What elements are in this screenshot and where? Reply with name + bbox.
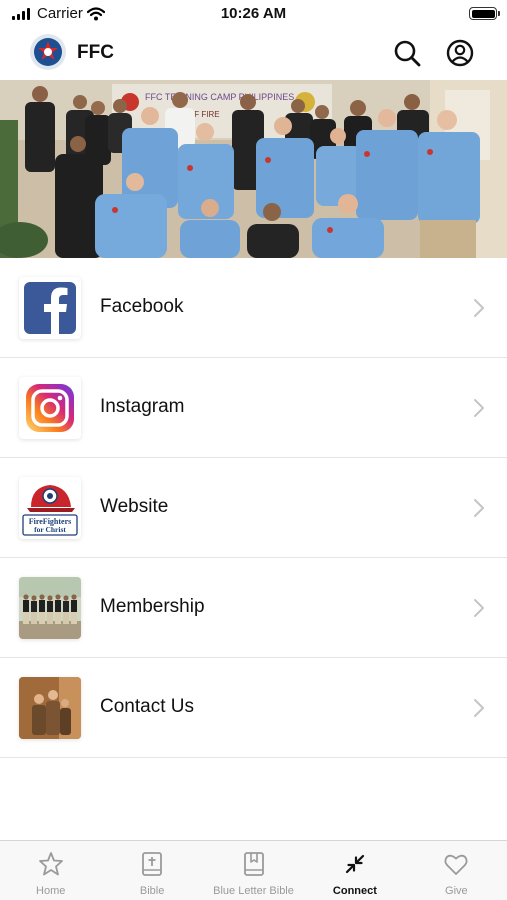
chevron-right-icon bbox=[474, 399, 484, 417]
bible-icon bbox=[142, 852, 163, 876]
menu-item-membership[interactable]: Membership bbox=[0, 558, 507, 658]
hero-group-photo: FFC TRAINING CAMP PHILIPPINES OF FIRE bbox=[0, 80, 507, 258]
search-icon[interactable] bbox=[392, 38, 422, 68]
star-icon bbox=[38, 852, 63, 876]
tab-label: Blue Letter Bible bbox=[213, 885, 294, 897]
tab-connect[interactable]: Connect bbox=[304, 841, 405, 900]
app-title: FFC bbox=[77, 42, 114, 63]
tab-label: Bible bbox=[139, 885, 165, 897]
menu-item-label: Facebook bbox=[100, 296, 184, 317]
connect-menu-list: Facebook Instagram FireFighters for Chri… bbox=[0, 258, 507, 758]
bottom-tab-bar: Home Bible Blue Letter Bible Connect Giv… bbox=[0, 840, 507, 900]
firefighters-for-christ-logo-icon: FireFighters for Christ bbox=[19, 477, 81, 539]
menu-item-label: Membership bbox=[100, 596, 205, 617]
facebook-logo-icon bbox=[19, 277, 81, 339]
battery-icon bbox=[469, 7, 500, 20]
heart-icon bbox=[444, 854, 468, 875]
app-header: FFC bbox=[0, 28, 507, 80]
membership-photo bbox=[19, 577, 81, 639]
status-bar: Carrier 10:26 AM bbox=[0, 0, 507, 28]
chevron-right-icon bbox=[474, 499, 484, 517]
tab-label: Home bbox=[36, 885, 66, 897]
chevron-right-icon bbox=[474, 699, 484, 717]
menu-item-instagram[interactable]: Instagram bbox=[0, 358, 507, 458]
menu-item-website[interactable]: FireFighters for Christ Website bbox=[0, 458, 507, 558]
bookmark-book-icon bbox=[243, 852, 264, 876]
status-time: 10:26 AM bbox=[220, 5, 287, 22]
tab-give[interactable]: Give bbox=[406, 841, 507, 900]
banner-text: FFC TRAINING CAMP PHILIPPINES bbox=[145, 92, 294, 102]
chevron-right-icon bbox=[474, 599, 484, 617]
tab-bible[interactable]: Bible bbox=[101, 841, 202, 900]
contact-us-photo bbox=[19, 677, 81, 739]
menu-item-contact-us[interactable]: Contact Us bbox=[0, 658, 507, 758]
tab-home[interactable]: Home bbox=[0, 841, 101, 900]
account-icon[interactable] bbox=[445, 38, 475, 68]
chevron-right-icon bbox=[474, 299, 484, 317]
tab-label: Connect bbox=[332, 885, 377, 897]
ffc-logo bbox=[30, 34, 66, 70]
logo-text-2: for Christ bbox=[34, 525, 66, 534]
tab-blue-letter-bible[interactable]: Blue Letter Bible bbox=[203, 841, 304, 900]
menu-item-label: Contact Us bbox=[100, 696, 194, 717]
menu-item-label: Instagram bbox=[100, 396, 185, 417]
menu-item-label: Website bbox=[100, 496, 169, 517]
tab-label: Give bbox=[445, 885, 468, 897]
connect-arrows-icon bbox=[345, 854, 365, 874]
menu-item-facebook[interactable]: Facebook bbox=[0, 258, 507, 358]
instagram-logo-icon bbox=[19, 377, 81, 439]
